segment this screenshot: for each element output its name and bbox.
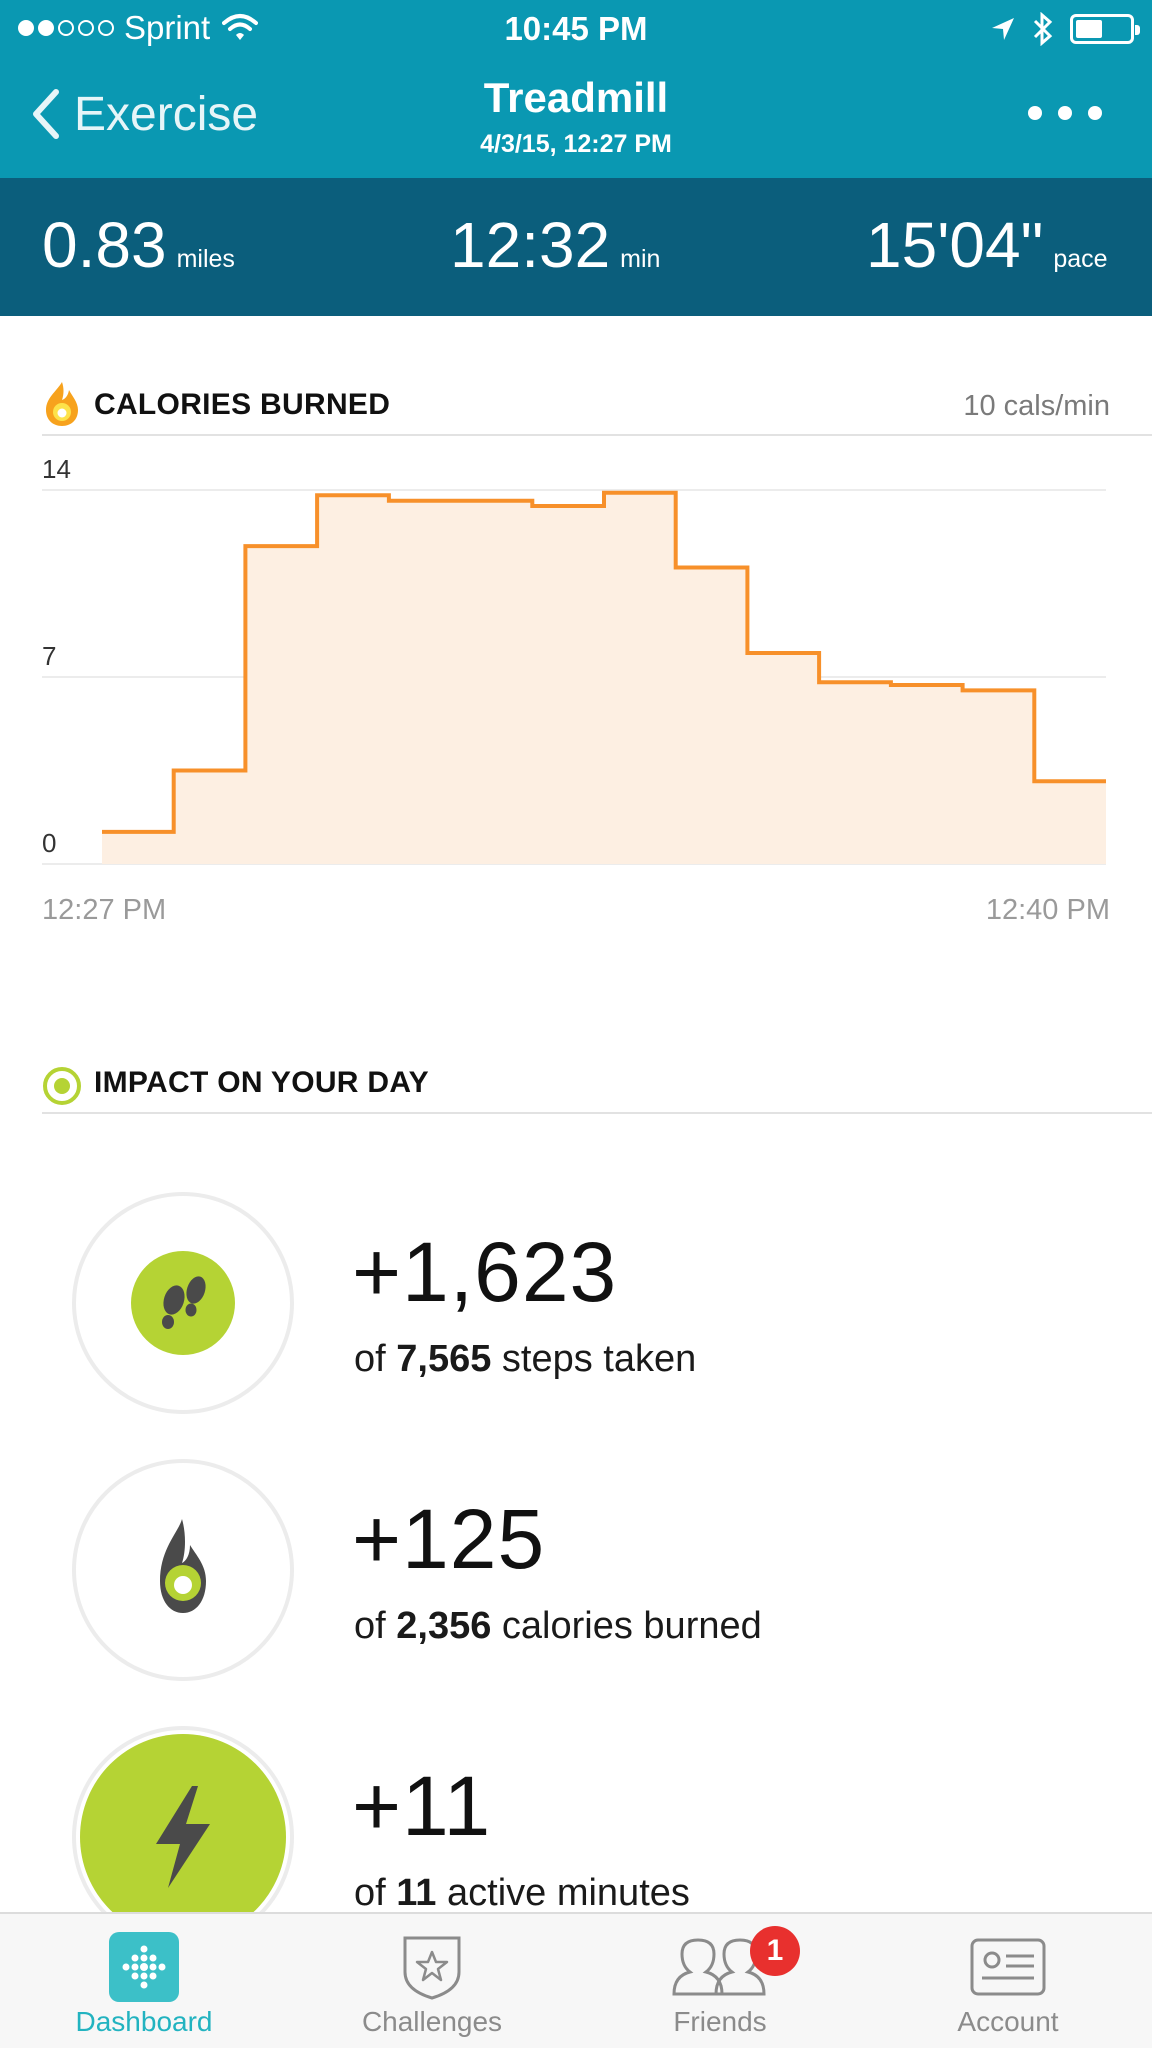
active-minutes-suffix: active minutes — [447, 1872, 690, 1914]
target-icon — [43, 1067, 81, 1105]
tab-dashboard[interactable]: Dashboard — [0, 1914, 288, 2048]
calories-increase: +125 — [352, 1492, 546, 1586]
challenges-star-icon — [403, 1936, 461, 2000]
y-tick-label: 7 — [42, 641, 56, 671]
more-options-button[interactable] — [1028, 106, 1102, 120]
steps-ring — [72, 1192, 294, 1414]
distance-unit: miles — [176, 245, 235, 273]
x-start-label: 12:27 PM — [42, 894, 166, 926]
account-card-icon — [970, 1938, 1046, 1996]
friends-notification-badge: 1 — [750, 1926, 800, 1976]
pace-unit: pace — [1053, 245, 1108, 273]
exercise-stats-bar: 0.83 miles 12:32 min 15'04" pace — [0, 178, 1152, 316]
dashboard-icon — [109, 1932, 179, 2002]
flame-icon — [46, 382, 78, 426]
active-minutes-increase: +11 — [352, 1759, 492, 1853]
more-dot-icon — [1028, 106, 1042, 120]
calories-description: of 2,356 calories burned — [354, 1605, 762, 1648]
steps-impact-row: +1,623 of 7,565 steps taken — [72, 1192, 1152, 1422]
calories-chart-svg: 14 7 0 12:27 PM 12:40 PM — [42, 454, 1110, 926]
more-dot-icon — [1058, 106, 1072, 120]
steps-suffix: steps taken — [501, 1338, 697, 1380]
page-subtitle: 4/3/15, 12:27 PM — [480, 130, 672, 158]
impact-section-title: IMPACT ON YOUR DAY — [94, 1066, 429, 1099]
lightning-icon — [80, 1734, 286, 1940]
calories-section-header: CALORIES BURNED 10 cals/min — [42, 372, 1152, 436]
flame-icon — [138, 1515, 228, 1625]
tab-friends-label: Friends — [673, 2006, 767, 2037]
distance-value: 0.83 — [42, 209, 167, 281]
distance-stat: 0.83 miles — [42, 208, 235, 282]
navigation-bar: Exercise Treadmill 4/3/15, 12:27 PM — [0, 56, 1152, 178]
calories-impact-row: +125 of 2,356 calories burned — [72, 1459, 1152, 1689]
steps-increase: +1,623 — [352, 1225, 618, 1319]
tab-account[interactable]: Account — [864, 1914, 1152, 2048]
tab-account-label: Account — [957, 2006, 1059, 2037]
calories-prefix: of — [354, 1605, 386, 1647]
impact-section-header: IMPACT ON YOUR DAY — [42, 1050, 1152, 1114]
pace-value: 15'04" — [866, 209, 1044, 281]
battery-icon — [1070, 14, 1140, 44]
tab-challenges-label: Challenges — [361, 2006, 503, 2037]
duration-value: 12:32 — [450, 209, 611, 281]
calories-suffix: calories burned — [501, 1605, 762, 1647]
duration-unit: min — [620, 245, 661, 273]
bluetooth-icon — [1033, 12, 1053, 46]
active-minutes-total: 11 — [396, 1872, 437, 1914]
status-time: 10:45 PM — [504, 10, 648, 47]
more-dot-icon — [1088, 106, 1102, 120]
calories-total: 2,356 — [396, 1605, 492, 1647]
location-arrow-icon — [992, 18, 1014, 40]
calories-section-title: CALORIES BURNED — [94, 388, 391, 421]
pace-stat: 15'04" pace — [866, 208, 1108, 282]
tab-friends[interactable]: 1 Friends — [576, 1914, 864, 2048]
calories-area — [102, 492, 1106, 864]
status-bar: Sprint 10:45 PM — [0, 0, 1152, 56]
page-title: Treadmill — [483, 74, 669, 121]
steps-prefix: of — [354, 1338, 386, 1380]
tab-challenges[interactable]: Challenges — [288, 1914, 576, 2048]
y-tick-label: 0 — [42, 828, 56, 858]
steps-description: of 7,565 steps taken — [354, 1338, 696, 1381]
tab-dashboard-label: Dashboard — [75, 2006, 213, 2037]
calories-rate: 10 cals/min — [963, 390, 1110, 422]
tab-bar: Dashboard Challenges 1 Friends Account — [0, 1912, 1152, 2048]
steps-total: 7,565 — [396, 1338, 492, 1380]
calories-ring — [72, 1459, 294, 1681]
x-end-label: 12:40 PM — [986, 894, 1110, 926]
y-tick-label: 14 — [42, 454, 71, 484]
active-minutes-prefix: of — [354, 1872, 386, 1914]
footsteps-icon — [131, 1251, 235, 1355]
calories-chart: 14 7 0 12:27 PM 12:40 PM — [0, 440, 1152, 940]
duration-stat: 12:32 min — [450, 208, 660, 282]
active-minutes-description: of 11 active minutes — [354, 1872, 690, 1915]
